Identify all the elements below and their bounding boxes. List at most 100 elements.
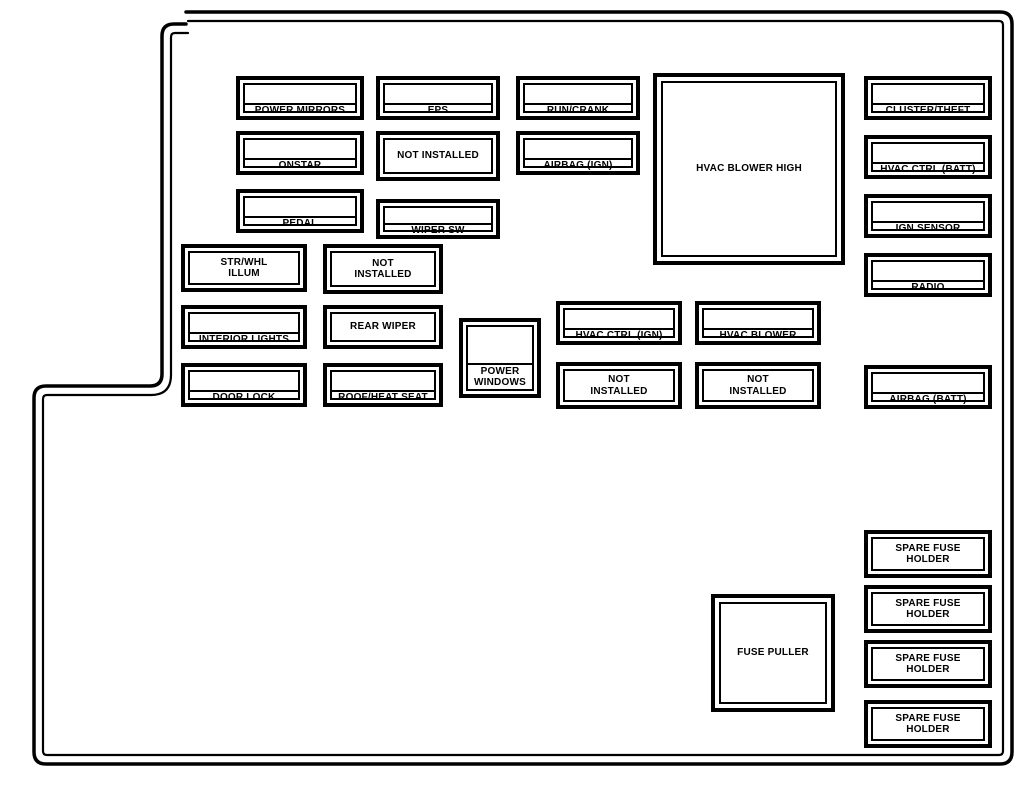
fuse-cell-inner: NOT INSTALLED [563, 369, 675, 402]
fuse-cell-label: SPARE FUSE HOLDER [895, 652, 961, 676]
fuse-cell-inner: DOOR LOCK [188, 370, 300, 403]
fuse-cell-inner: INTERIOR LIGHTS [188, 312, 300, 345]
fuse-cell-spare-fuse-holder-4[interactable]: SPARE FUSE HOLDER [864, 700, 992, 748]
fuse-cell-pedal[interactable]: PEDAL [236, 189, 364, 233]
fuse-terminal-slot [468, 327, 532, 365]
fuse-cell-not-installed-2[interactable]: NOT INSTALLED [323, 244, 443, 294]
fuse-cell-inner: SPARE FUSE HOLDER [871, 537, 985, 571]
fuse-cell-inner: RUN/CRANK [523, 83, 633, 116]
fuse-cell-label: POWER WINDOWS [474, 365, 526, 389]
fuse-cell-interior-lights[interactable]: INTERIOR LIGHTS [181, 305, 307, 349]
fuse-terminal-slot [245, 140, 355, 160]
fuse-cell-not-installed-3[interactable]: NOT INSTALLED [556, 362, 682, 409]
fuse-cell-rear-wiper[interactable]: REAR WIPER [323, 305, 443, 349]
fuse-cell-inner: STR/WHL ILLUM [188, 251, 300, 285]
fuse-cell-label: ROOF/HEAT SEAT [338, 392, 428, 403]
fuse-cell-run-crank[interactable]: RUN/CRANK [516, 76, 640, 120]
fuse-cell-inner: IGN SENSOR [871, 201, 985, 234]
fuse-cell-label: SPARE FUSE HOLDER [895, 597, 961, 621]
fuse-cell-label: HVAC CTRL (BATT) [880, 164, 976, 175]
fuse-terminal-slot [873, 203, 983, 223]
fuse-box-diagram: POWER MIRRORS ONSTAR PEDAL EPS NOT INSTALLED… [0, 0, 1024, 786]
fuse-cell-inner: HVAC CTRL (BATT) [871, 142, 985, 175]
fuse-cell-str-whl-illum[interactable]: STR/WHL ILLUM [181, 244, 307, 292]
fuse-cell-airbag-batt[interactable]: AIRBAG (BATT) [864, 365, 992, 409]
fuse-cell-inner: ONSTAR [243, 138, 357, 171]
fuse-cell-label: SPARE FUSE HOLDER [895, 712, 961, 736]
fuse-cell-inner: HVAC BLOWER HIGH [661, 81, 837, 257]
fuse-cell-label: IGN SENSOR [895, 223, 961, 234]
fuse-cell-airbag-ign[interactable]: AIRBAG (IGN) [516, 131, 640, 175]
fuse-cell-label: HVAC CTRL (IGN) [575, 330, 663, 341]
fuse-cell-spare-fuse-holder-3[interactable]: SPARE FUSE HOLDER [864, 640, 992, 688]
fuse-cell-door-lock[interactable]: DOOR LOCK [181, 363, 307, 407]
fuse-cell-label: CLUSTER/THEFT [885, 105, 971, 116]
fuse-cell-spare-fuse-holder-2[interactable]: SPARE FUSE HOLDER [864, 585, 992, 633]
fuse-cell-label: INTERIOR LIGHTS [198, 334, 290, 345]
fuse-cell-label: EPS [427, 105, 449, 116]
fuse-cell-label: RADIO [911, 282, 945, 293]
fuse-cell-inner: POWER MIRRORS [243, 83, 357, 116]
fuse-cell-wiper-sw[interactable]: WIPER SW [376, 199, 500, 239]
fuse-cell-label: DOOR LOCK [212, 392, 276, 403]
fuse-cell-label: HVAC BLOWER [719, 330, 797, 341]
fuse-terminal-slot [525, 85, 631, 105]
fuse-cell-inner: NOT INSTALLED [702, 369, 814, 402]
fuse-cell-label: RUN/CRANK [546, 105, 610, 116]
fuse-cell-label: NOT INSTALLED [354, 257, 412, 281]
fuse-cell-power-mirrors[interactable]: POWER MIRRORS [236, 76, 364, 120]
fuse-terminal-slot [245, 85, 355, 105]
fuse-cell-fuse-puller[interactable]: FUSE PULLER [711, 594, 835, 712]
fuse-terminal-slot [190, 314, 298, 334]
fuse-cell-hvac-ctrl-batt[interactable]: HVAC CTRL (BATT) [864, 135, 992, 179]
fuse-cell-ign-sensor[interactable]: IGN SENSOR [864, 194, 992, 238]
fuse-cell-power-windows[interactable]: POWER WINDOWS [459, 318, 541, 398]
fuse-cell-inner: FUSE PULLER [719, 602, 827, 704]
fuse-cell-label: ONSTAR [278, 160, 322, 171]
fuse-cell-label: AIRBAG (BATT) [889, 394, 967, 405]
fuse-cell-not-installed-1[interactable]: NOT INSTALLED [376, 131, 500, 181]
fuse-terminal-slot [873, 144, 983, 164]
fuse-cell-hvac-ctrl-ign[interactable]: HVAC CTRL (IGN) [556, 301, 682, 345]
fuse-terminal-slot [873, 374, 983, 394]
fuse-cell-inner: NOT INSTALLED [330, 251, 436, 287]
fuse-cell-label: SPARE FUSE HOLDER [895, 542, 961, 566]
fuse-cell-inner: SPARE FUSE HOLDER [871, 707, 985, 741]
fuse-cell-inner: AIRBAG (BATT) [871, 372, 985, 405]
fuse-cell-inner: RADIO [871, 260, 985, 293]
fuse-cell-hvac-blower-high[interactable]: HVAC BLOWER HIGH [653, 73, 845, 265]
fuse-terminal-slot [332, 372, 434, 392]
fuse-terminal-slot [704, 310, 812, 330]
fuse-cell-inner: SPARE FUSE HOLDER [871, 592, 985, 626]
fuse-cell-label: REAR WIPER [350, 321, 416, 333]
fuse-terminal-slot [190, 372, 298, 392]
fuse-cell-inner: SPARE FUSE HOLDER [871, 647, 985, 681]
fuse-cell-not-installed-4[interactable]: NOT INSTALLED [695, 362, 821, 409]
fuse-cell-inner: AIRBAG (IGN) [523, 138, 633, 171]
fuse-terminal-slot [385, 85, 491, 105]
fuse-cell-label: PEDAL [282, 218, 318, 229]
fuse-cell-label: POWER MIRRORS [254, 105, 346, 116]
fuse-cell-cluster-theft[interactable]: CLUSTER/THEFT [864, 76, 992, 120]
fuse-cell-label: AIRBAG (IGN) [543, 160, 613, 171]
fuse-cell-label: WIPER SW [411, 225, 465, 236]
fuse-cell-roof-heat-seat[interactable]: ROOF/HEAT SEAT [323, 363, 443, 407]
fuse-cell-spare-fuse-holder-1[interactable]: SPARE FUSE HOLDER [864, 530, 992, 578]
fuse-cell-inner: WIPER SW [383, 206, 493, 236]
fuse-terminal-slot [385, 208, 491, 225]
fuse-cell-hvac-blower[interactable]: HVAC BLOWER [695, 301, 821, 345]
fuse-terminal-slot [245, 198, 355, 218]
fuse-cell-label: NOT INSTALLED [590, 374, 648, 397]
fuse-cell-inner: ROOF/HEAT SEAT [330, 370, 436, 403]
fuse-cell-label: NOT INSTALLED [729, 374, 787, 397]
fuse-cell-label: FUSE PULLER [737, 647, 809, 659]
fuse-cell-label: NOT INSTALLED [397, 150, 479, 162]
fuse-cell-eps[interactable]: EPS [376, 76, 500, 120]
fuse-terminal-slot [565, 310, 673, 330]
fuse-terminal-slot [873, 85, 983, 105]
fuse-cell-inner: HVAC CTRL (IGN) [563, 308, 675, 341]
fuse-cell-radio[interactable]: RADIO [864, 253, 992, 297]
fuse-terminal-slot [525, 140, 631, 160]
fuse-cell-onstar[interactable]: ONSTAR [236, 131, 364, 175]
fuse-cell-inner: HVAC BLOWER [702, 308, 814, 341]
